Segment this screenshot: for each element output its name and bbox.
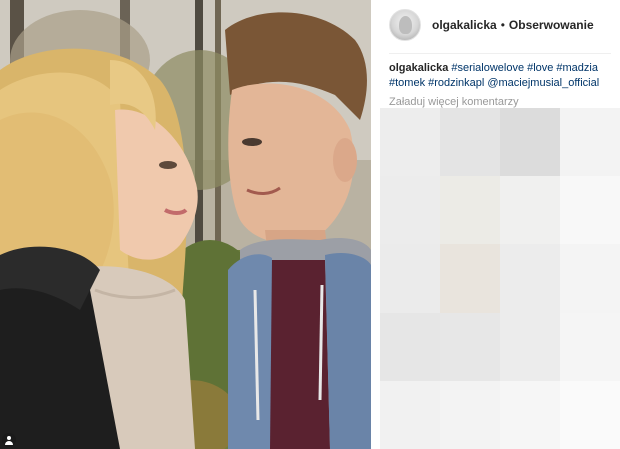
- blurred-tile: [560, 244, 620, 313]
- post-caption: olgakalicka #serialowelove #love #madzia #to…: [389, 61, 617, 91]
- blurred-comments-area: [380, 108, 620, 449]
- separator-dot: •: [500, 18, 505, 32]
- blurred-tile: [380, 312, 440, 381]
- blurred-tile: [440, 176, 500, 245]
- blurred-tile: [500, 312, 560, 381]
- blurred-tile: [560, 176, 620, 245]
- blurred-tile: [560, 108, 620, 177]
- blurred-tile: [560, 380, 620, 449]
- blurred-tile: [380, 380, 440, 449]
- hashtag-link[interactable]: #madzia: [556, 62, 598, 74]
- photo-illustration: [0, 0, 371, 449]
- hashtag-link[interactable]: #serialowelove: [451, 62, 524, 74]
- blurred-tile: [380, 108, 440, 177]
- post-header: olgakalicka • Obserwowanie: [389, 7, 611, 43]
- hashtag-link[interactable]: #love: [527, 62, 553, 74]
- post-sidebar: olgakalicka • Obserwowanie olgakalicka #s…: [371, 0, 620, 449]
- hashtag-link[interactable]: #rodzinkapl: [428, 77, 484, 89]
- avatar[interactable]: [389, 9, 421, 41]
- blurred-tile: [500, 244, 560, 313]
- person-icon[interactable]: [2, 433, 16, 447]
- blurred-tile: [380, 244, 440, 313]
- blurred-tile: [500, 176, 560, 245]
- blurred-tile: [440, 312, 500, 381]
- blurred-tile: [440, 244, 500, 313]
- hashtag-link[interactable]: #tomek: [389, 77, 425, 89]
- mention-link[interactable]: @maciejmusial_official: [487, 77, 599, 89]
- blurred-tile: [440, 380, 500, 449]
- blurred-tile: [560, 312, 620, 381]
- load-more-comments-link[interactable]: Załaduj więcej komentarzy: [389, 96, 519, 108]
- blurred-tile: [500, 380, 560, 449]
- blurred-tile: [500, 108, 560, 177]
- username-link[interactable]: olgakalicka: [432, 18, 497, 32]
- caption-author-link[interactable]: olgakalicka: [389, 62, 448, 74]
- header-divider: [389, 53, 611, 54]
- blurred-tile: [380, 176, 440, 245]
- following-button[interactable]: Obserwowanie: [509, 18, 594, 32]
- blurred-tile: [440, 108, 500, 177]
- post-photo[interactable]: [0, 0, 371, 449]
